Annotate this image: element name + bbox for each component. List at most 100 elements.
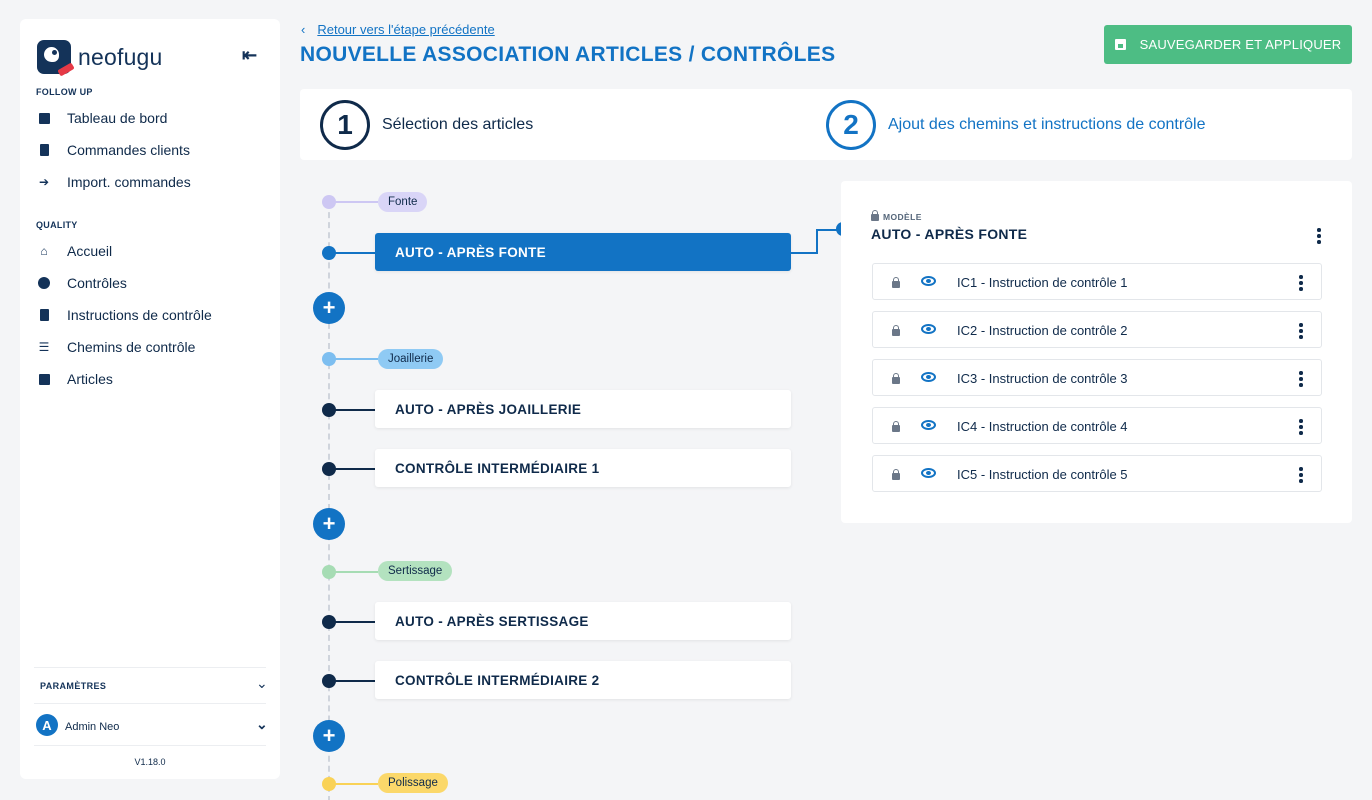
sidebar-item-label: Chemins de contrôle (67, 339, 196, 355)
user-name[interactable]: Admin Neo (65, 721, 119, 733)
sidebar-item-tableau-de-bord[interactable]: Tableau de bord (38, 108, 167, 128)
dashboard-icon (38, 112, 50, 124)
back-link[interactable]: ‹ Retour vers l'étape précédente (301, 22, 495, 37)
lock-icon (892, 421, 900, 432)
import-icon: ➔ (38, 175, 50, 189)
eye-icon[interactable] (921, 372, 936, 382)
sidebar-item-accueil[interactable]: ⌂ Accueil (38, 241, 112, 261)
more-options-icon[interactable] (1299, 275, 1303, 291)
save-apply-button[interactable]: SAUVEGARDER ET APPLIQUER (1104, 25, 1352, 64)
path-card-controle-intermediaire-2[interactable]: CONTRÔLE INTERMÉDIAIRE 2 (375, 661, 791, 699)
add-path-button[interactable]: + (313, 720, 345, 752)
sidebar-item-label: Tableau de bord (67, 110, 168, 126)
lock-icon (892, 325, 900, 336)
sidebar-item-instructions-de-controle[interactable]: Instructions de contrôle (38, 305, 212, 325)
divider (34, 703, 266, 704)
card-connector (334, 680, 375, 682)
more-options-icon[interactable] (1299, 323, 1303, 339)
group-connector (334, 783, 378, 785)
selection-connector (791, 252, 818, 254)
back-link-label: Retour vers l'étape précédente (317, 22, 495, 37)
home-icon: ⌂ (40, 244, 48, 258)
group-connector (334, 201, 378, 203)
fish-logo-icon (37, 40, 75, 77)
sidebar-item-label: Instructions de contrôle (67, 307, 212, 323)
instruction-row: IC4 - Instruction de contrôle 4 (872, 407, 1322, 444)
page-title: NOUVELLE ASSOCIATION ARTICLES / CONTRÔLE… (300, 43, 836, 66)
params-label[interactable]: PARAMÈTRES (40, 681, 106, 691)
card-connector (334, 621, 375, 623)
step-1-label[interactable]: Sélection des articles (382, 116, 533, 134)
more-options-icon[interactable] (1299, 371, 1303, 387)
model-label-text: MODÈLE (883, 212, 922, 222)
section-title-follow-up: FOLLOW UP (36, 87, 93, 97)
instruction-label: IC3 - Instruction de contrôle 3 (957, 371, 1128, 386)
collapse-sidebar-icon[interactable]: ⇤ (242, 45, 257, 66)
instruction-row: IC1 - Instruction de contrôle 1 (872, 263, 1322, 300)
section-title-quality: QUALITY (36, 220, 78, 230)
chevron-down-icon[interactable]: ⌄ (256, 716, 268, 733)
instruction-row: IC3 - Instruction de contrôle 3 (872, 359, 1322, 396)
model-label: MODÈLE (871, 209, 922, 222)
brand-name: neofugu (78, 43, 163, 70)
step-2-number[interactable]: 2 (826, 100, 876, 150)
more-options-icon[interactable] (1317, 228, 1321, 244)
eye-icon[interactable] (921, 420, 936, 430)
path-card-auto-apres-joaillerie[interactable]: AUTO - APRÈS JOAILLERIE (375, 390, 791, 428)
path-card-controle-intermediaire-1[interactable]: CONTRÔLE INTERMÉDIAIRE 1 (375, 449, 791, 487)
clipboard-icon (38, 144, 50, 156)
clipboard-check-icon (38, 309, 50, 321)
avatar[interactable]: A (36, 714, 58, 736)
lock-icon (892, 277, 900, 288)
card-connector (334, 468, 375, 470)
instruction-row: IC2 - Instruction de contrôle 2 (872, 311, 1322, 348)
selection-connector (816, 229, 818, 254)
model-title: AUTO - APRÈS FONTE (871, 226, 1028, 242)
group-connector (334, 358, 378, 360)
lock-icon (892, 373, 900, 384)
group-tag-polissage: Polissage (378, 773, 448, 793)
more-options-icon[interactable] (1299, 467, 1303, 483)
instruction-label: IC2 - Instruction de contrôle 2 (957, 323, 1128, 338)
sidebar-item-articles[interactable]: Articles (38, 369, 113, 389)
divider (34, 745, 266, 746)
save-button-label: SAUVEGARDER ET APPLIQUER (1139, 37, 1342, 52)
sidebar-item-commandes-clients[interactable]: Commandes clients (38, 140, 190, 160)
sidebar-item-label: Accueil (67, 243, 113, 259)
step-2-label[interactable]: Ajout des chemins et instructions de con… (888, 116, 1206, 134)
check-circle-icon (38, 277, 50, 289)
divider (34, 667, 266, 668)
eye-icon[interactable] (921, 324, 936, 334)
sidebar: neofugu ⇤ FOLLOW UP Tableau de bord Comm… (20, 19, 280, 779)
save-icon (1114, 39, 1126, 50)
eye-icon[interactable] (921, 468, 936, 478)
path-card-auto-apres-sertissage[interactable]: AUTO - APRÈS SERTISSAGE (375, 602, 791, 640)
card-connector (334, 409, 375, 411)
chevron-down-icon[interactable]: ⌄ (256, 675, 268, 692)
sidebar-item-controles[interactable]: Contrôles (38, 273, 127, 293)
chevron-left-icon: ‹ (301, 22, 306, 37)
lock-icon (871, 209, 879, 221)
step-1-number[interactable]: 1 (320, 100, 370, 150)
more-options-icon[interactable] (1299, 419, 1303, 435)
add-path-button[interactable]: + (313, 508, 345, 540)
instruction-label: IC1 - Instruction de contrôle 1 (957, 275, 1128, 290)
eye-icon[interactable] (921, 276, 936, 286)
path-card-auto-apres-fonte[interactable]: AUTO - APRÈS FONTE (375, 233, 791, 271)
stepper: 1 Sélection des articles 2 Ajout des che… (300, 89, 1352, 160)
brand-logo[interactable]: neofugu (37, 40, 163, 77)
group-tag-sertissage: Sertissage (378, 561, 453, 581)
model-panel: MODÈLE AUTO - APRÈS FONTE IC1 - Instruct… (841, 181, 1352, 523)
sidebar-item-label: Import. commandes (67, 174, 191, 190)
lock-icon (892, 469, 900, 480)
instruction-label: IC4 - Instruction de contrôle 4 (957, 419, 1128, 434)
sidebar-item-label: Articles (67, 371, 113, 387)
sidebar-item-chemins-de-controle[interactable]: ☰ Chemins de contrôle (38, 337, 196, 357)
sidebar-item-import-commandes[interactable]: ➔ Import. commandes (38, 172, 191, 192)
add-path-button[interactable]: + (313, 292, 345, 324)
version-label: V1.18.0 (134, 757, 166, 767)
sidebar-item-label: Contrôles (67, 275, 127, 291)
box-icon (38, 373, 50, 385)
instruction-label: IC5 - Instruction de contrôle 5 (957, 467, 1128, 482)
group-connector (334, 571, 378, 573)
